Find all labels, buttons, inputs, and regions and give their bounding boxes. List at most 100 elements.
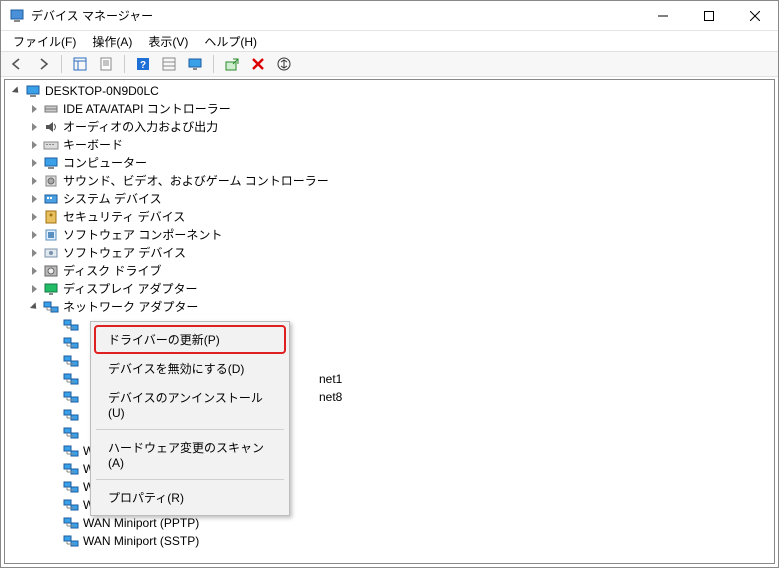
menu-file[interactable]: ファイル(F) <box>5 31 84 52</box>
close-button[interactable] <box>732 1 778 31</box>
show-hide-console-button[interactable] <box>68 53 92 75</box>
forward-button[interactable] <box>31 53 55 75</box>
updown-button[interactable] <box>272 53 296 75</box>
net-icon <box>63 515 79 531</box>
tree-item-label: ソフトウェア コンポーネント <box>63 226 222 244</box>
net-icon <box>63 479 79 495</box>
pc-icon <box>25 83 41 99</box>
tree-item-label: オーディオの入力および出力 <box>63 118 218 136</box>
ctx-separator <box>96 479 284 480</box>
tree-spacer <box>47 444 61 458</box>
tree-root[interactable]: DESKTOP-0N9D0LC <box>7 82 774 100</box>
tree-category[interactable]: ディスク ドライブ <box>7 262 774 280</box>
remove-button[interactable] <box>246 53 270 75</box>
window-buttons <box>640 1 778 30</box>
context-menu: ドライバーの更新(P) デバイスを無効にする(D) デバイスのアンインストール(… <box>90 321 290 516</box>
pc-icon <box>43 155 59 171</box>
tree-category[interactable]: システム デバイス <box>7 190 774 208</box>
tree-item-label: ネットワーク アダプター <box>63 298 198 316</box>
tree-category[interactable]: コンピューター <box>7 154 774 172</box>
menu-bar: ファイル(F) 操作(A) 表示(V) ヘルプ(H) <box>1 31 778 51</box>
collapse-icon[interactable] <box>27 138 41 152</box>
system-icon <box>43 191 59 207</box>
back-button[interactable] <box>5 53 29 75</box>
collapse-icon[interactable] <box>27 282 41 296</box>
tree-item-label: サウンド、ビデオ、およびゲーム コントローラー <box>63 172 329 190</box>
ide-icon <box>43 101 59 117</box>
ctx-update-driver[interactable]: ドライバーの更新(P) <box>94 325 286 354</box>
tree-spacer <box>47 516 61 530</box>
tree-category[interactable]: オーディオの入力および出力 <box>7 118 774 136</box>
tree-item-label: DESKTOP-0N9D0LC <box>45 82 159 100</box>
tree-spacer <box>47 534 61 548</box>
tree-item-label: ソフトウェア デバイス <box>63 244 186 262</box>
title-bar: デバイス マネージャー <box>1 1 778 31</box>
ctx-disable-device[interactable]: デバイスを無効にする(D) <box>94 354 286 383</box>
audio-icon <box>43 119 59 135</box>
ctx-uninstall-device[interactable]: デバイスのアンインストール(U) <box>94 383 286 426</box>
tree-item-label: WAN Miniport (PPTP) <box>83 514 199 532</box>
collapse-icon[interactable] <box>27 156 41 170</box>
expand-icon[interactable] <box>27 300 41 314</box>
tree-category[interactable]: サウンド、ビデオ、およびゲーム コントローラー <box>7 172 774 190</box>
tree-category[interactable]: ディスプレイ アダプター <box>7 280 774 298</box>
menu-action[interactable]: 操作(A) <box>84 31 140 52</box>
scan-hardware-button[interactable] <box>220 53 244 75</box>
tree-spacer <box>47 426 61 440</box>
monitor-toolbar-button[interactable] <box>183 53 207 75</box>
tree-spacer <box>47 336 61 350</box>
toolbar-separator <box>124 55 125 73</box>
help-toolbar-button[interactable]: ? <box>131 53 155 75</box>
net-icon <box>63 407 79 423</box>
maximize-button[interactable] <box>686 1 732 31</box>
toolbar: ? <box>1 51 778 77</box>
net-icon <box>63 389 79 405</box>
collapse-icon[interactable] <box>27 120 41 134</box>
tree-item-label-suffix: net1 <box>319 370 342 388</box>
minimize-button[interactable] <box>640 1 686 31</box>
tree-item-label: コンピューター <box>63 154 147 172</box>
sound-icon <box>43 173 59 189</box>
tree-item-label: キーボード <box>63 136 123 154</box>
tree-spacer <box>47 462 61 476</box>
properties-toolbar-button[interactable] <box>94 53 118 75</box>
details-toolbar-button[interactable] <box>157 53 181 75</box>
tree-category[interactable]: キーボード <box>7 136 774 154</box>
net-icon <box>63 443 79 459</box>
tree-category[interactable]: ソフトウェア デバイス <box>7 244 774 262</box>
tree-category-network[interactable]: ネットワーク アダプター <box>7 298 774 316</box>
net-icon <box>63 461 79 477</box>
menu-view[interactable]: 表示(V) <box>140 31 196 52</box>
ctx-separator <box>96 429 284 430</box>
collapse-icon[interactable] <box>27 246 41 260</box>
tree-category[interactable]: ソフトウェア コンポーネント <box>7 226 774 244</box>
tree-category[interactable]: セキュリティ デバイス <box>7 208 774 226</box>
tree-network-item[interactable]: WAN Miniport (SSTP) <box>7 532 774 550</box>
collapse-icon[interactable] <box>27 102 41 116</box>
toolbar-separator <box>61 55 62 73</box>
ctx-properties[interactable]: プロパティ(R) <box>94 483 286 512</box>
tree-item-label: セキュリティ デバイス <box>63 208 185 226</box>
tree-item-label: ディスプレイ アダプター <box>63 280 198 298</box>
display-icon <box>43 281 59 297</box>
collapse-icon[interactable] <box>27 228 41 242</box>
net-icon <box>63 317 79 333</box>
tree-item-label: IDE ATA/ATAPI コントローラー <box>63 100 231 118</box>
security-icon <box>43 209 59 225</box>
ctx-scan-hardware[interactable]: ハードウェア変更のスキャン(A) <box>94 433 286 476</box>
collapse-icon[interactable] <box>27 264 41 278</box>
tree-network-item[interactable]: WAN Miniport (PPTP) <box>7 514 774 532</box>
collapse-icon[interactable] <box>27 210 41 224</box>
collapse-icon[interactable] <box>27 174 41 188</box>
tree-item-label: WAN Miniport (SSTP) <box>83 532 199 550</box>
toolbar-separator <box>213 55 214 73</box>
net-icon <box>63 425 79 441</box>
expand-icon[interactable] <box>9 84 23 98</box>
tree-spacer <box>47 408 61 422</box>
tree-spacer <box>47 354 61 368</box>
tree-category[interactable]: IDE ATA/ATAPI コントローラー <box>7 100 774 118</box>
collapse-icon[interactable] <box>27 192 41 206</box>
app-icon <box>9 8 25 24</box>
menu-help[interactable]: ヘルプ(H) <box>196 31 265 52</box>
net-icon <box>43 299 59 315</box>
